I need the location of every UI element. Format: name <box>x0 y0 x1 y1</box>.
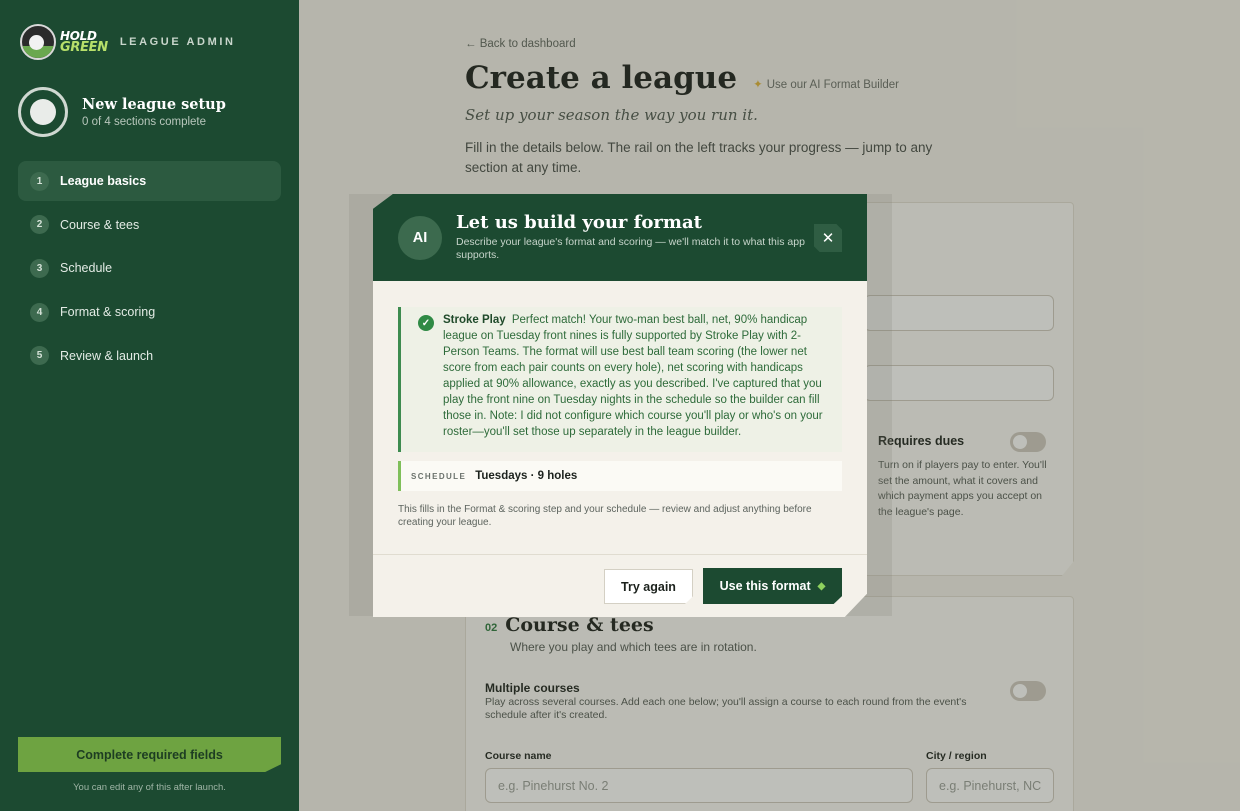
step-nav: 1 League basics 2 Course & tees 3 Schedu… <box>18 161 281 379</box>
schedule-label: SCHEDULE <box>411 471 467 481</box>
edit-note: You can edit any of this after launch. <box>73 782 226 793</box>
diamond-icon: ◆ <box>817 580 826 592</box>
step-league-basics[interactable]: 1 League basics <box>18 161 281 201</box>
format-match-result: ✓ Stroke Play Perfect match! Your two-ma… <box>398 307 842 452</box>
schedule-summary: SCHEDULE Tuesdays · 9 holes <box>398 461 842 491</box>
step-number: 4 <box>30 302 49 322</box>
step-number: 3 <box>30 258 49 278</box>
step-label: Format & scoring <box>60 305 156 320</box>
setup-progress-text: 0 of 4 sections complete <box>82 116 207 128</box>
brand[interactable]: HOLD GREEN LEAGUE ADMIN <box>20 24 236 60</box>
use-this-format-button[interactable]: Use this format ◆ <box>703 568 842 604</box>
sidebar: HOLD GREEN LEAGUE ADMIN New league setup… <box>0 0 299 811</box>
modal-header: AI Let us build your format Describe you… <box>373 194 867 281</box>
close-icon[interactable]: ✕ <box>814 224 842 252</box>
step-number: 1 <box>30 171 49 191</box>
ai-badge-icon: AI <box>398 216 442 260</box>
step-label: Schedule <box>60 261 113 276</box>
matched-format: Stroke Play <box>443 314 506 326</box>
step-course-tees[interactable]: 2 Course & tees <box>18 205 281 245</box>
step-label: Review & launch <box>60 348 154 363</box>
modal-description: Describe your league's format and scorin… <box>456 236 805 261</box>
divider <box>373 554 867 555</box>
ai-format-modal: AI Let us build your format Describe you… <box>373 194 867 617</box>
modal-title: Let us build your format <box>456 212 702 233</box>
check-icon: ✓ <box>418 315 434 331</box>
step-review-launch[interactable]: 5 Review & launch <box>18 336 281 376</box>
step-number: 5 <box>30 346 49 366</box>
step-number: 2 <box>30 215 49 235</box>
complete-required-button[interactable]: Complete required fields <box>18 737 281 772</box>
fills-note: This fills in the Format & scoring step … <box>398 504 812 528</box>
progress-ring-icon <box>18 87 68 137</box>
logo-icon <box>20 24 56 60</box>
setup-progress: New league setup 0 of 4 sections complet… <box>18 87 226 137</box>
try-again-button[interactable]: Try again <box>604 569 693 604</box>
step-schedule[interactable]: 3 Schedule <box>18 248 281 288</box>
logo-wordmark: HOLD GREEN <box>60 29 108 55</box>
step-format-scoring[interactable]: 4 Format & scoring <box>18 292 281 332</box>
brand-subtitle: LEAGUE ADMIN <box>119 36 236 48</box>
result-text: Stroke Play Perfect match! Your two-man … <box>443 314 823 438</box>
schedule-value: Tuesdays · 9 holes <box>475 470 578 482</box>
step-label: Course & tees <box>60 217 140 232</box>
step-label: League basics <box>60 174 147 188</box>
setup-title: New league setup <box>82 96 226 113</box>
